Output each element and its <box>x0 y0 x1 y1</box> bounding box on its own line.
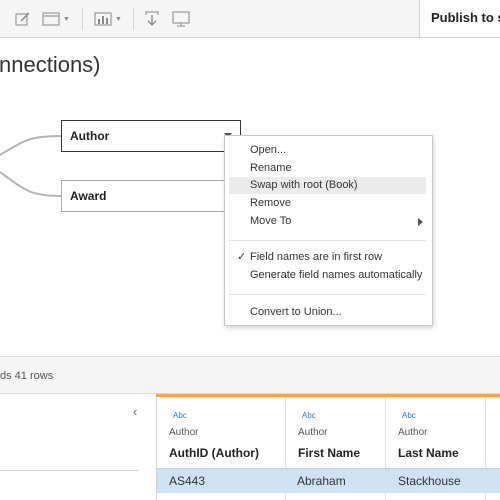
menu-item-remove[interactable]: Remove <box>229 195 426 212</box>
menu-item-open[interactable]: Open... <box>229 142 426 159</box>
menu-item-field-names-first-row[interactable]: ✓ Field names are in first row <box>229 249 426 266</box>
edit-icon[interactable] <box>15 9 31 29</box>
panel-divider <box>0 470 139 471</box>
relationship-lines <box>0 135 62 197</box>
import-icon[interactable] <box>144 9 160 29</box>
table-cell: Stackhouse <box>398 474 461 488</box>
menu-item-convert-to-union[interactable]: Convert to Union... <box>229 304 426 321</box>
column-source: Author <box>169 427 199 438</box>
menu-item-move-to[interactable]: Move To <box>229 213 426 230</box>
table-cell: AS443 <box>169 474 206 488</box>
column-name: First Name <box>298 446 361 460</box>
table-author-label: Author <box>70 129 110 143</box>
column-source: Author <box>298 427 328 438</box>
present-icon[interactable] <box>172 9 190 29</box>
menu-divider <box>229 294 426 295</box>
string-type-icon[interactable]: Abc <box>302 411 316 420</box>
table-award-label: Award <box>70 189 107 203</box>
menu-item-rename[interactable]: Rename <box>229 160 426 177</box>
publish-button[interactable]: Publish to sav <box>419 0 500 37</box>
column-name: Last Name <box>398 446 459 460</box>
context-menu: Open... Rename Swap with root (Book) Rem… <box>224 135 433 326</box>
toolbar-divider <box>133 8 134 30</box>
row-count-status: ds 41 rows <box>0 356 500 394</box>
toolbar: ▼ ▼ Publish to sav <box>0 0 500 38</box>
string-type-icon[interactable]: Abc <box>173 411 187 420</box>
column-name: AuthID (Author) <box>169 446 259 460</box>
page-title: nnections) <box>0 52 101 77</box>
chart-icon[interactable]: ▼ <box>94 9 122 29</box>
menu-divider <box>229 240 426 241</box>
table-author[interactable]: Author <box>61 120 241 152</box>
table-award[interactable]: Award <box>61 180 241 212</box>
checkmark-icon: ✓ <box>237 251 247 263</box>
chevron-right-icon <box>418 218 423 226</box>
collapse-panel-icon[interactable]: ‹ <box>133 404 137 419</box>
column-source: Author <box>398 427 428 438</box>
table-layout-icon[interactable]: ▼ <box>42 9 70 29</box>
toolbar-divider <box>82 8 83 30</box>
menu-item-generate-field-names[interactable]: Generate field names automatically <box>229 267 426 284</box>
menu-item-swap-with-root[interactable]: Swap with root (Book) <box>229 177 426 194</box>
table-cell: Abraham <box>297 474 346 488</box>
string-type-icon[interactable]: Abc <box>402 411 416 420</box>
